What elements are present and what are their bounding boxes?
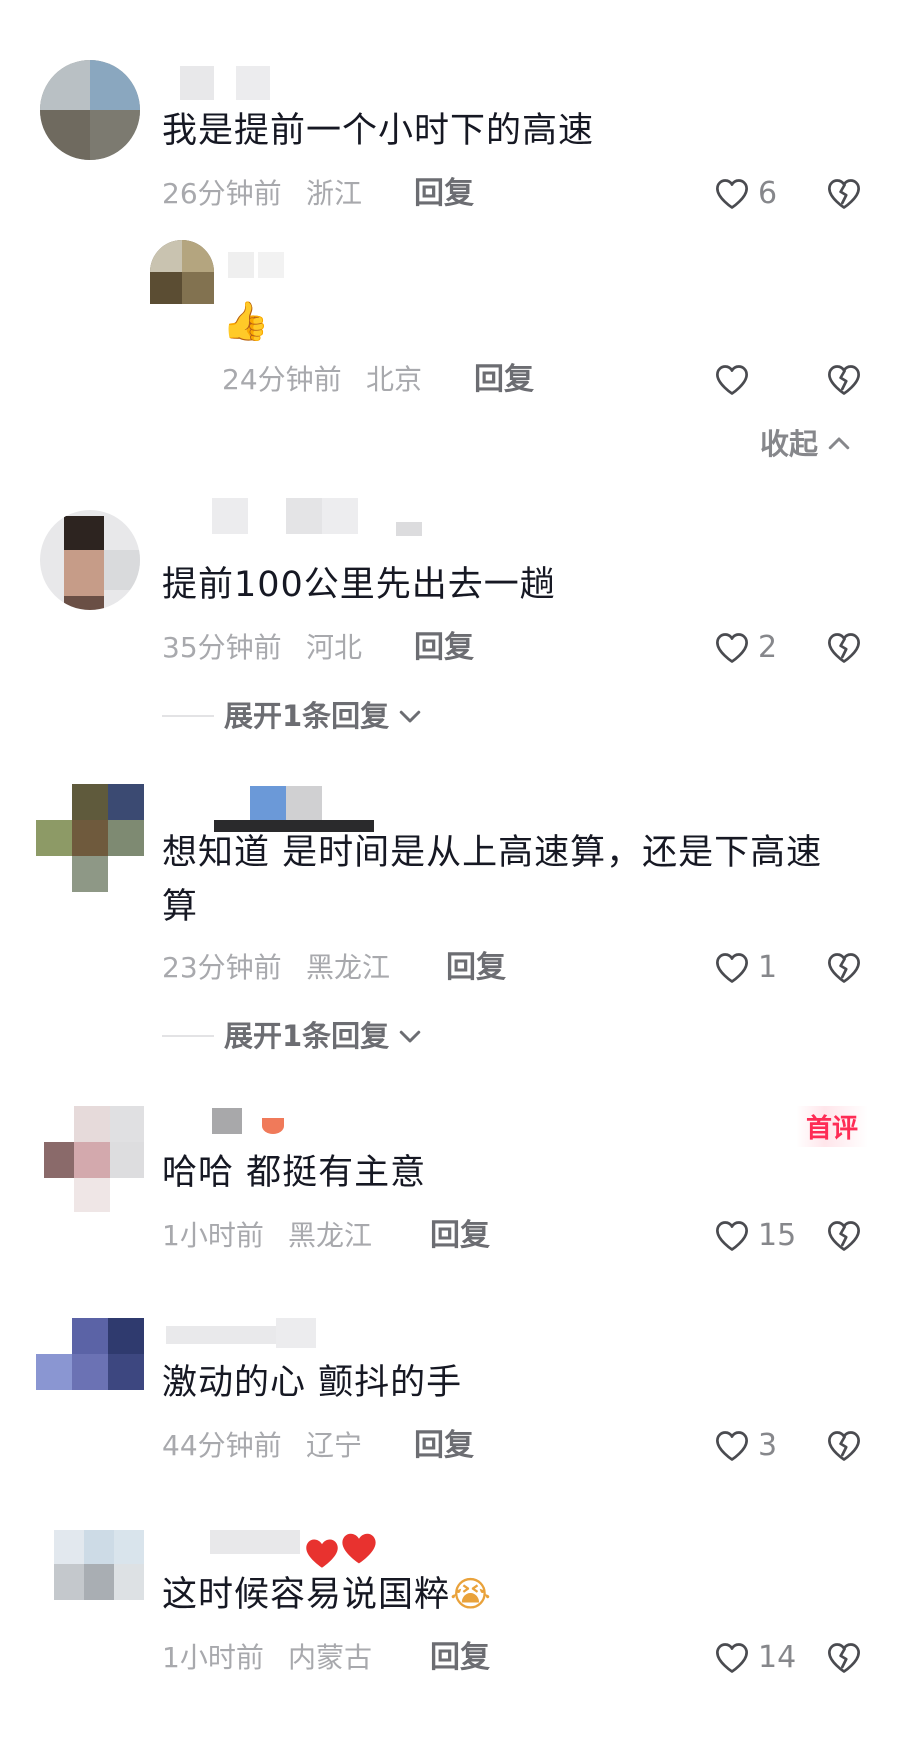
chevron-up-icon (824, 429, 854, 459)
broken-heart-icon (826, 362, 862, 398)
comment-time: 1小时前 (162, 1219, 264, 1252)
dislike-button[interactable] (824, 626, 864, 670)
comment-time: 44分钟前 (162, 1429, 282, 1462)
reply-location: 北京 (366, 363, 423, 396)
like-button[interactable]: 15 (714, 1214, 796, 1258)
broken-heart-icon (826, 1640, 862, 1676)
like-count: 3 (758, 1428, 778, 1463)
divider-line (162, 715, 214, 717)
dislike-button[interactable] (824, 358, 864, 402)
heart-outline-icon (714, 1428, 750, 1464)
like-button[interactable]: 2 (714, 626, 777, 670)
comment-time: 26分钟前 (162, 177, 282, 210)
comment-location: 辽宁 (306, 1429, 363, 1462)
comment-time: 35分钟前 (162, 631, 282, 664)
expand-label: 展开1条回复 (224, 699, 390, 733)
collapse-label: 收起 (760, 427, 819, 461)
like-count: 2 (758, 630, 778, 665)
reply-button[interactable]: 回复 (414, 626, 474, 670)
heart-outline-icon (714, 1640, 750, 1676)
dislike-button[interactable] (824, 1424, 864, 1468)
dislike-button[interactable] (824, 172, 864, 216)
first-comment-badge: 首评 (796, 1106, 869, 1147)
comment-time: 1小时前 (162, 1641, 264, 1674)
avatar[interactable] (36, 1318, 144, 1390)
comment-location: 黑龙江 (288, 1219, 373, 1252)
like-count: 6 (758, 176, 778, 211)
expand-replies-button[interactable]: 展开1条回复 (162, 1014, 425, 1058)
reply-button[interactable]: 回复 (414, 1424, 474, 1468)
heart-outline-icon (714, 1218, 750, 1254)
red-heart-icon (342, 1533, 376, 1564)
comment-location: 河北 (306, 631, 363, 664)
broken-heart-icon (826, 630, 862, 666)
username-mosaic[interactable] (168, 1104, 308, 1140)
broken-heart-icon (826, 176, 862, 212)
heart-outline-icon (714, 630, 750, 666)
reply-button[interactable]: 回复 (414, 172, 474, 216)
collapse-replies-button[interactable]: 收起 (760, 422, 854, 466)
broken-heart-icon (826, 1428, 862, 1464)
avatar[interactable] (40, 1530, 144, 1600)
username-mosaic[interactable] (228, 252, 288, 282)
like-count: 1 (758, 950, 778, 985)
avatar[interactable] (40, 60, 140, 160)
avatar[interactable] (36, 784, 144, 896)
like-button[interactable]: 14 (714, 1636, 796, 1680)
reply-button[interactable]: 回复 (446, 946, 506, 990)
avatar[interactable] (44, 1106, 144, 1212)
username-mosaic[interactable] (160, 66, 300, 100)
divider-line (162, 1035, 214, 1037)
comment-location: 黑龙江 (306, 951, 391, 984)
like-count: 15 (758, 1218, 797, 1253)
expand-label: 展开1条回复 (224, 1019, 390, 1053)
dislike-button[interactable] (824, 1636, 864, 1680)
like-button[interactable]: 1 (714, 946, 777, 990)
username-mosaic[interactable] (200, 498, 430, 538)
reply-time: 24分钟前 (222, 363, 342, 396)
chevron-down-icon (395, 701, 425, 731)
avatar[interactable] (40, 510, 140, 610)
comment-time: 23分钟前 (162, 951, 282, 984)
red-heart-icon (306, 1539, 338, 1568)
reply-button[interactable]: 回复 (474, 358, 534, 402)
heart-outline-icon (714, 950, 750, 986)
reply-button[interactable]: 回复 (430, 1214, 490, 1258)
comment-text-main: 这时候容易说国粹 (162, 1575, 451, 1615)
broken-heart-icon (826, 950, 862, 986)
avatar[interactable] (150, 240, 214, 304)
like-button[interactable]: 3 (714, 1424, 777, 1468)
heart-outline-icon (714, 362, 750, 398)
expand-replies-button[interactable]: 展开1条回复 (162, 694, 425, 738)
comment-text: 想知道 是时间是从上高速算，还是下高速算 (162, 833, 823, 927)
comment-location: 浙江 (306, 177, 363, 210)
comment-text: 提前100公里先出去一趟 (162, 565, 556, 605)
crying-emoji: 😭 (450, 1575, 492, 1615)
heart-outline-icon (714, 176, 750, 212)
broken-heart-icon (826, 1218, 862, 1254)
comment-location: 内蒙古 (288, 1641, 373, 1674)
username-mosaic[interactable] (166, 1318, 326, 1350)
reply-button[interactable]: 回复 (430, 1636, 490, 1680)
comment-text: 哈哈 都挺有主意 (162, 1153, 427, 1193)
comment-text: 激动的心 颤抖的手 (162, 1363, 463, 1403)
username-mosaic[interactable] (210, 1526, 310, 1556)
dislike-button[interactable] (824, 946, 864, 990)
dislike-button[interactable] (824, 1214, 864, 1258)
like-button[interactable] (714, 358, 758, 402)
comment-text: 这时候容易说国粹😭 (162, 1568, 802, 1622)
reply-text: 👍 (222, 299, 271, 343)
comment-text: 我是提前一个小时下的高速 (162, 111, 595, 151)
like-button[interactable]: 6 (714, 172, 777, 216)
chevron-down-icon (395, 1021, 425, 1051)
like-count: 14 (758, 1640, 797, 1675)
